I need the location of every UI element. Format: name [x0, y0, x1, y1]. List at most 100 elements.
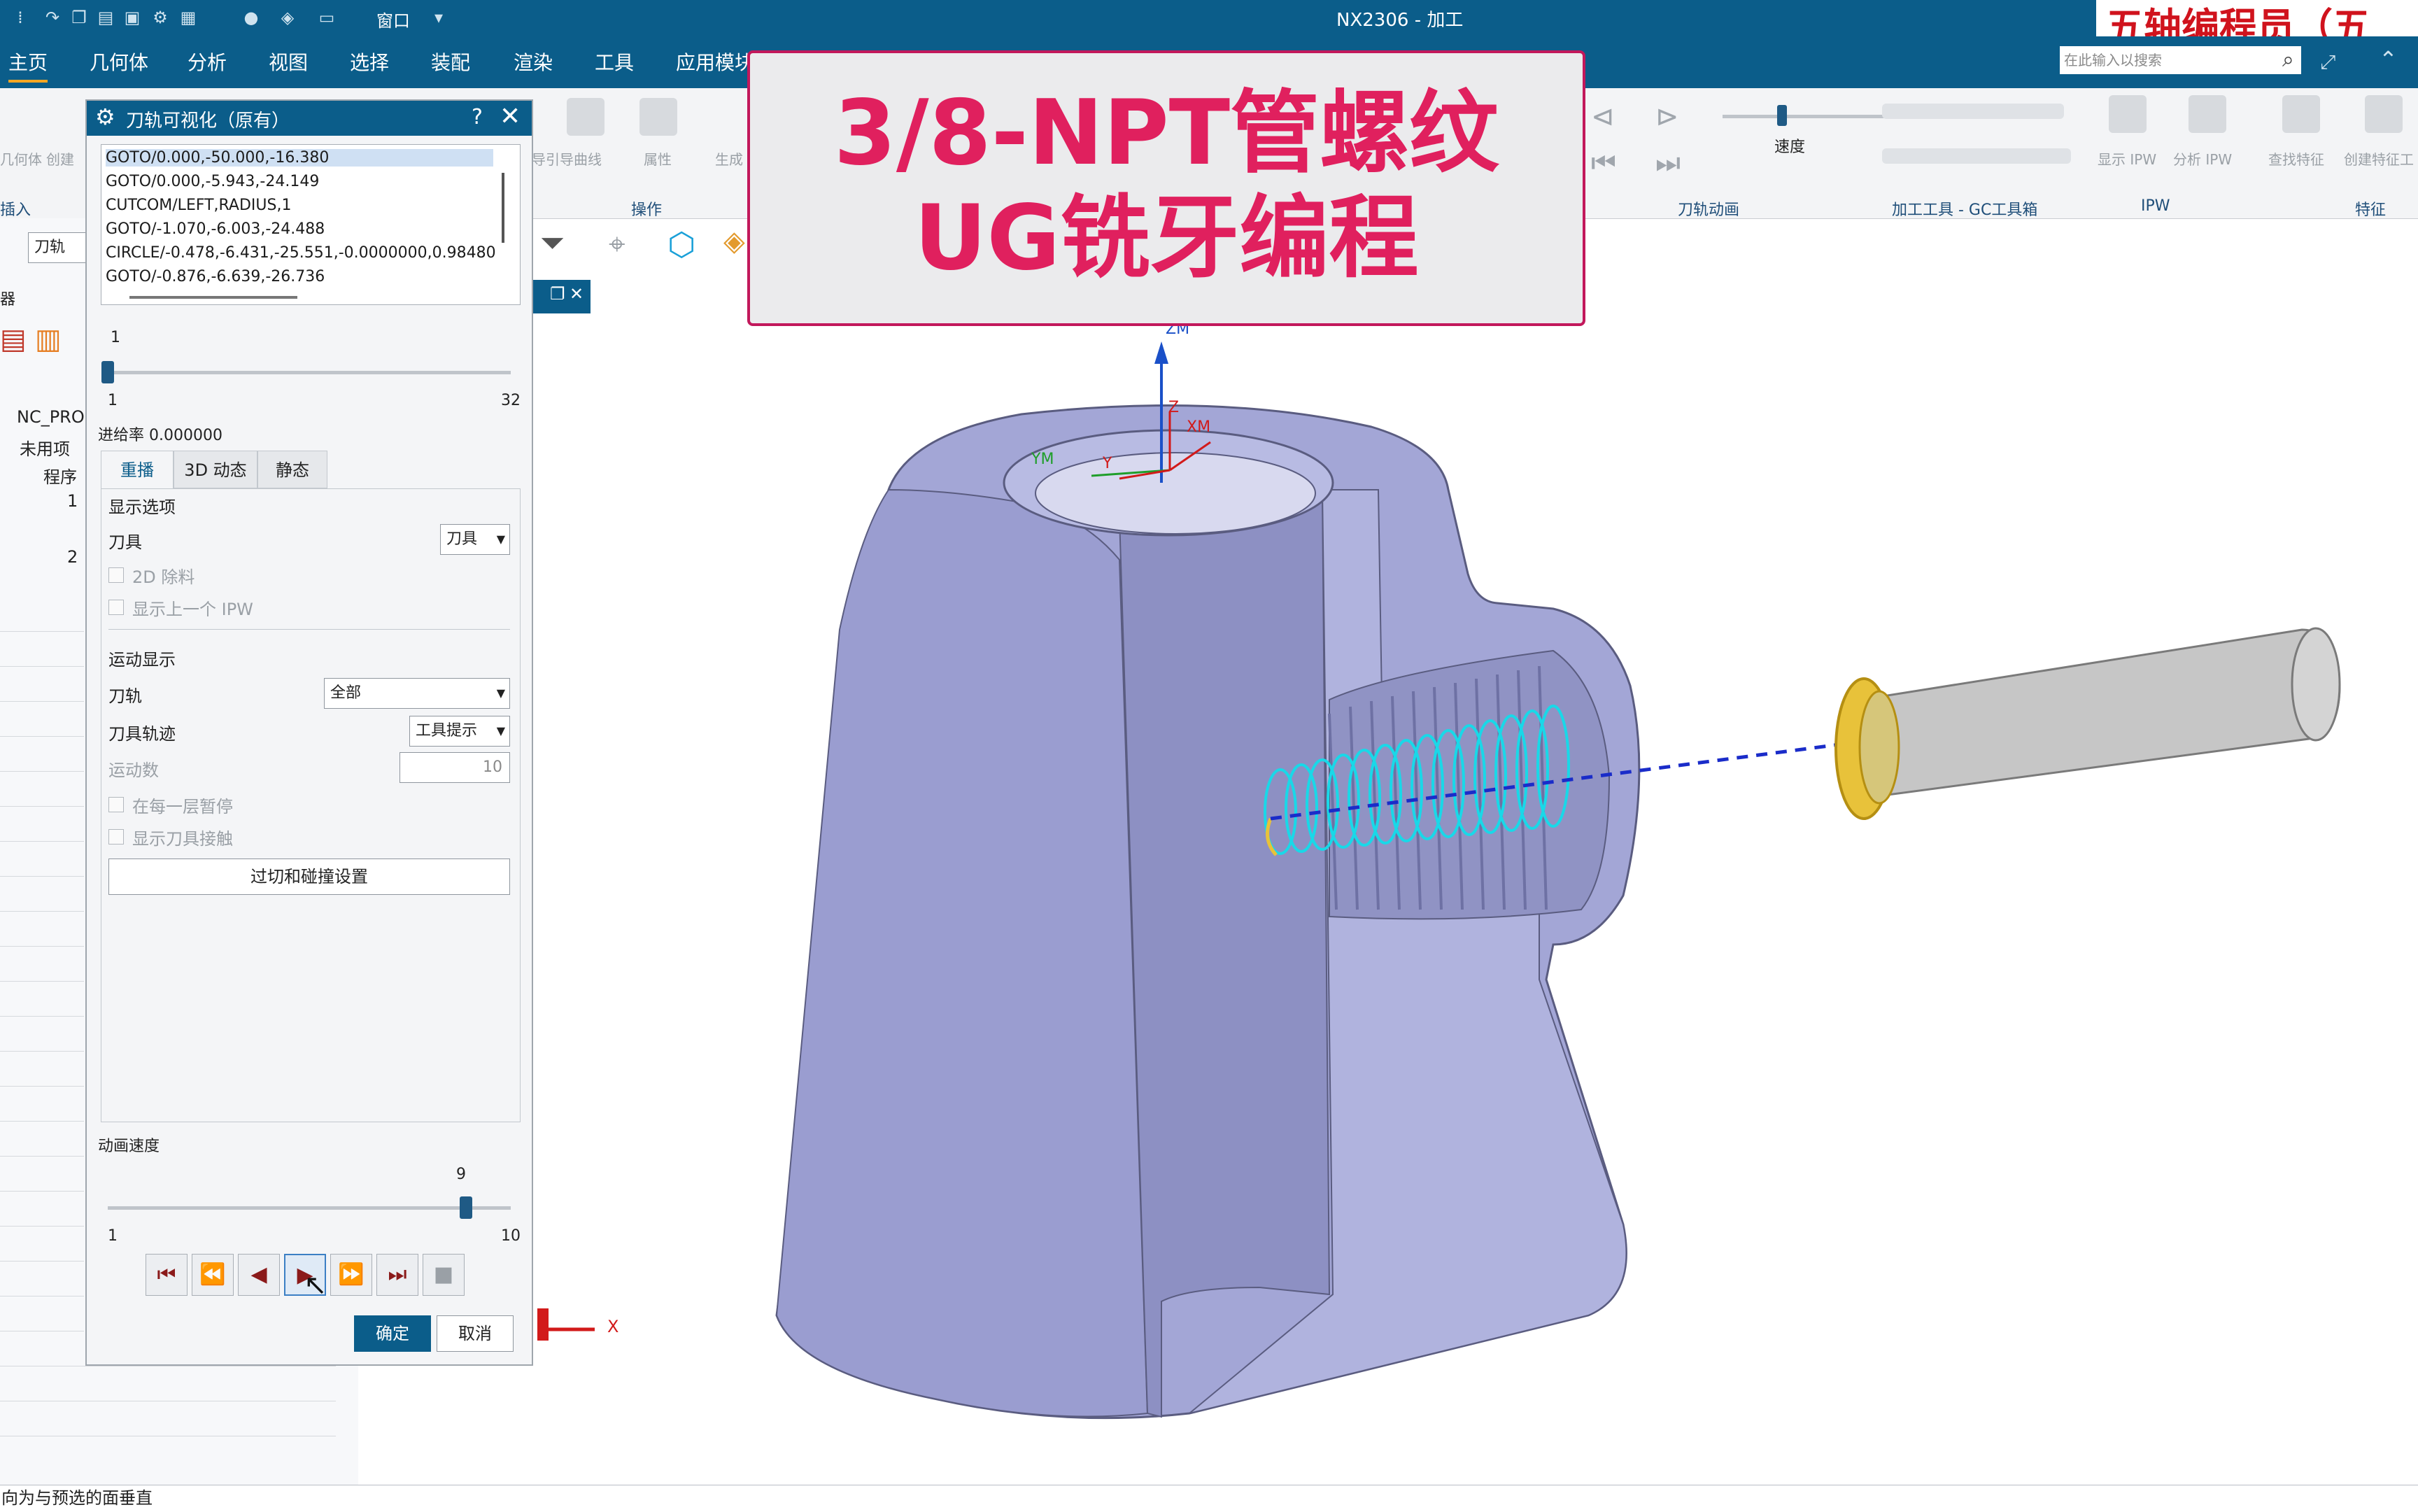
- gear-icon[interactable]: ⚙: [95, 104, 115, 130]
- menu-view[interactable]: 视图: [269, 48, 308, 76]
- list-item[interactable]: GOTO/-1.070,-6.003,-24.488: [106, 220, 325, 238]
- step-forward-button[interactable]: ⏩: [330, 1254, 372, 1296]
- tree-item-group-2[interactable]: 2: [67, 547, 78, 567]
- box-select-icon[interactable]: ◈: [723, 225, 745, 257]
- list-vertical-scrollbar[interactable]: [502, 173, 504, 243]
- machining-tools-row1-icon[interactable]: [1882, 104, 2064, 119]
- copy-icon[interactable]: ❐: [69, 7, 90, 28]
- speed-slider-thumb[interactable]: [1777, 105, 1787, 126]
- anim-speed-track[interactable]: [108, 1206, 511, 1210]
- ribbon-label-properties[interactable]: 属性: [644, 148, 672, 169]
- show-contact-label: 显示刀具接触: [132, 829, 233, 849]
- menu-analysis[interactable]: 分析: [188, 48, 227, 76]
- anim-speed-thumb[interactable]: [460, 1196, 472, 1219]
- menu-assembly[interactable]: 装配: [431, 48, 470, 76]
- show-contact-checkbox[interactable]: [108, 829, 124, 845]
- ribbon-label-geometry[interactable]: 几何体: [0, 148, 42, 169]
- list-item[interactable]: CUTCOM/LEFT,RADIUS,1: [106, 197, 291, 214]
- 2d-material-label: 2D 除料: [132, 567, 195, 587]
- view-icon[interactable]: ◈: [277, 7, 298, 28]
- help-icon[interactable]: ?: [472, 105, 483, 129]
- window-menu[interactable]: 窗口: [376, 7, 410, 31]
- cancel-button[interactable]: 取消: [437, 1315, 514, 1352]
- path-trace-combo[interactable]: 工具提示 ▼: [409, 716, 510, 747]
- hexagon-select-icon[interactable]: ⬡: [667, 225, 695, 263]
- ribbon-label-create[interactable]: 创建: [46, 148, 74, 169]
- menu-render[interactable]: 渲染: [514, 48, 553, 76]
- list-horizontal-scrollbar[interactable]: [129, 296, 297, 299]
- tab-3d-dynamic[interactable]: 3D 动态: [174, 451, 257, 488]
- program-icon[interactable]: ▤: [0, 323, 27, 355]
- position-slider-thumb[interactable]: [101, 361, 114, 383]
- tree-item-nc-program[interactable]: NC_PRO: [17, 407, 85, 427]
- grid-line: [0, 1051, 84, 1052]
- rewind-to-start-button[interactable]: ⏮: [146, 1254, 188, 1296]
- play-reverse-button[interactable]: ◀: [238, 1254, 280, 1296]
- machining-tools-row2-icon[interactable]: [1882, 148, 2071, 164]
- toolpath-list[interactable]: GOTO/0.000,-50.000,-16.380 GOTO/0.000,-5…: [101, 144, 521, 305]
- speed-slider-track[interactable]: [1723, 115, 1897, 118]
- ribbon-label-guide-curve[interactable]: 导引导曲线: [532, 148, 602, 169]
- tool-display-combo[interactable]: 刀具 ▼: [440, 524, 510, 555]
- tab-replay[interactable]: 重播: [101, 451, 174, 488]
- chevron-down-icon[interactable]: ▾: [428, 7, 449, 28]
- pause-each-layer-checkbox[interactable]: [108, 797, 124, 812]
- gouge-collision-settings-button[interactable]: 过切和碰撞设置: [108, 859, 510, 895]
- menu-select[interactable]: 选择: [350, 48, 389, 76]
- search-input[interactable]: 在此输入以搜索: [2060, 46, 2301, 74]
- 2d-material-checkbox[interactable]: [108, 567, 124, 583]
- toolpath-visualization-dialog: ⚙ 刀轨可视化（原有） ? ✕ GOTO/0.000,-50.000,-16.3…: [85, 99, 533, 1366]
- tab-static[interactable]: 静态: [257, 451, 327, 488]
- step-back-button[interactable]: ⏪: [192, 1254, 234, 1296]
- fast-forward-to-end-button[interactable]: ⏭: [376, 1254, 418, 1296]
- anim-end-icon[interactable]: ⏭: [1655, 147, 1681, 179]
- ribbon-label-create-feature[interactable]: 创建特征工: [2344, 148, 2414, 169]
- settings-icon[interactable]: ⚙: [150, 7, 171, 28]
- create-program-icon[interactable]: ▥: [35, 323, 62, 355]
- ribbon-label-find-feature[interactable]: 查找特征: [2268, 148, 2324, 169]
- tree-item-unused[interactable]: 未用项: [20, 435, 70, 460]
- menu-applications[interactable]: 应用模块: [676, 48, 754, 76]
- window-layout-icon[interactable]: ▭: [316, 7, 337, 28]
- find-feature-icon[interactable]: [2282, 95, 2320, 133]
- search-icon[interactable]: ⌕: [2282, 48, 2294, 72]
- filter-funnel-icon[interactable]: ⏷: [540, 225, 565, 261]
- menu-tools[interactable]: 工具: [595, 48, 634, 76]
- navigator-filter-combo[interactable]: 刀轨: [28, 232, 91, 263]
- anim-prev-icon[interactable]: ⊲: [1591, 101, 1615, 133]
- stop-button[interactable]: ■: [423, 1254, 465, 1296]
- list-item[interactable]: GOTO/0.000,-50.000,-16.380: [106, 149, 493, 167]
- ribbon-label-show-ipw[interactable]: 显示 IPW: [2098, 148, 2156, 169]
- list-item[interactable]: CIRCLE/-0.478,-6.431,-25.551,-0.0000000,…: [106, 244, 496, 262]
- redo-icon[interactable]: ↷: [42, 7, 63, 28]
- guide-curve-icon[interactable]: [567, 98, 604, 136]
- prev-ipw-checkbox[interactable]: [108, 600, 124, 615]
- analyze-ipw-icon[interactable]: [2189, 95, 2226, 133]
- collapse-ribbon-icon[interactable]: ⌃: [2379, 46, 2398, 73]
- tree-item-program[interactable]: 程序: [43, 463, 77, 488]
- motion-count-input[interactable]: 10: [400, 752, 510, 783]
- part-model-view[interactable]: [358, 280, 2418, 1485]
- menu-home[interactable]: 主页: [8, 48, 48, 83]
- clipboard-icon[interactable]: ▣: [122, 7, 143, 28]
- save-icon[interactable]: ▦: [178, 7, 199, 28]
- anim-start-icon[interactable]: ⏮: [1591, 147, 1616, 179]
- expand-icon[interactable]: ⤢: [2320, 50, 2335, 74]
- paste-icon[interactable]: ▤: [95, 7, 116, 28]
- menu-geometry[interactable]: 几何体: [90, 48, 148, 76]
- position-slider-track[interactable]: [108, 371, 511, 374]
- list-item[interactable]: GOTO/0.000,-5.943,-24.149: [106, 173, 319, 190]
- ok-button[interactable]: 确定: [354, 1315, 431, 1352]
- show-ipw-icon[interactable]: [2109, 95, 2147, 133]
- tree-item-group-1[interactable]: 1: [67, 491, 78, 511]
- ribbon-label-analyze-ipw[interactable]: 分析 IPW: [2173, 148, 2232, 169]
- anim-play-icon[interactable]: ⊳: [1655, 101, 1679, 133]
- close-icon[interactable]: ✕: [500, 102, 521, 131]
- snap-point-icon[interactable]: ⌖: [609, 227, 625, 262]
- microphone-icon[interactable]: ●: [241, 7, 262, 28]
- ribbon-label-generate[interactable]: 生成: [715, 148, 743, 169]
- create-feature-icon[interactable]: [2365, 95, 2403, 133]
- path-combo[interactable]: 全部 ▼: [324, 678, 510, 709]
- list-item[interactable]: GOTO/-0.876,-6.639,-26.736: [106, 268, 325, 285]
- properties-icon[interactable]: [639, 98, 677, 136]
